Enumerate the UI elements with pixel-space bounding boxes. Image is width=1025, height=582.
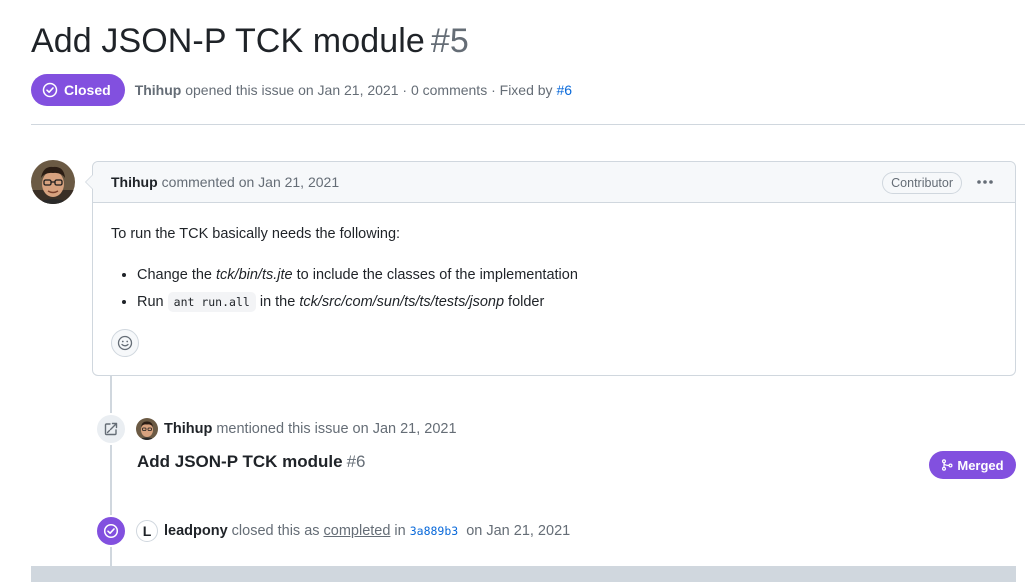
- list-item-text: folder: [504, 294, 545, 310]
- closed-event: L leadpony closed this as completed in 3…: [136, 519, 570, 543]
- kebab-horizontal-icon[interactable]: [973, 170, 997, 194]
- comment-header: Thihup commented on Jan 21, 2021 Contrib…: [93, 162, 1015, 203]
- issue-number: #5: [430, 22, 469, 60]
- comment-body: To run the TCK basically needs the follo…: [93, 203, 1015, 313]
- comment-author-avatar[interactable]: [31, 160, 75, 204]
- merged-label: Merged: [957, 457, 1004, 473]
- closed-in-text: in: [394, 523, 406, 539]
- list-item: Change the tck/bin/ts.jte to include the…: [137, 265, 997, 286]
- mention-actor-avatar[interactable]: [136, 418, 158, 440]
- comment-list: Change the tck/bin/ts.jte to include the…: [111, 265, 997, 313]
- list-item-text: to include the classes of the implementa…: [292, 267, 578, 283]
- closed-text: closed this as: [231, 523, 320, 539]
- inline-code: ant run.all: [167, 292, 256, 312]
- comment-timestamp[interactable]: commented on Jan 21, 2021: [162, 174, 339, 190]
- list-item-text: Change the: [137, 267, 217, 283]
- fixed-by-link[interactable]: #6: [556, 82, 572, 98]
- file-path: tck/bin/ts.jte: [216, 267, 293, 283]
- mention-actor-link[interactable]: Thihup: [164, 421, 212, 437]
- mention-text: mentioned this issue on Jan 21, 2021: [216, 421, 457, 437]
- mention-event: Thihup mentioned this issue on Jan 21, 2…: [136, 418, 457, 440]
- completed-link[interactable]: completed: [324, 523, 391, 539]
- cross-reference-icon: [95, 413, 127, 445]
- referenced-pr[interactable]: Add JSON-P TCK module #6: [137, 452, 366, 472]
- issue-state-label: Closed: [64, 82, 111, 98]
- issue-opened-text: opened this issue on Jan 21, 2021 · 0 co…: [185, 82, 553, 98]
- closed-date-text: on Jan 21, 2021: [466, 523, 571, 539]
- bottom-divider-bar: [31, 566, 1016, 582]
- referenced-pr-number: #6: [346, 452, 366, 471]
- issue-meta-text: Thihup opened this issue on Jan 21, 2021…: [135, 82, 572, 98]
- contributor-badge: Contributor: [882, 172, 962, 194]
- issue-closed-icon: [42, 82, 58, 98]
- git-merge-icon: [942, 459, 953, 471]
- timeline-line: [110, 376, 112, 582]
- closed-actor-link[interactable]: leadpony: [164, 523, 228, 539]
- issue-meta: Closed Thihup opened this issue on Jan 2…: [31, 74, 572, 106]
- issue-title: Add JSON-P TCK module: [31, 22, 425, 60]
- commit-sha-link[interactable]: 3a889b3: [410, 524, 458, 538]
- referenced-pr-title[interactable]: Add JSON-P TCK module: [137, 452, 343, 471]
- comment-box: Thihup commented on Jan 21, 2021 Contrib…: [85, 161, 1016, 376]
- comment-author-link[interactable]: Thihup: [111, 174, 158, 190]
- issue-author-link[interactable]: Thihup: [135, 82, 182, 98]
- comment-intro: To run the TCK basically needs the follo…: [111, 226, 401, 242]
- list-item: Run ant run.all in the tck/src/com/sun/t…: [137, 292, 997, 313]
- issue-closed-event-icon: [95, 515, 127, 547]
- issue-title-row: Add JSON-P TCK module #5: [31, 22, 469, 70]
- list-item-text: Run: [137, 294, 168, 310]
- list-item-text: in the: [255, 294, 300, 310]
- closed-actor-avatar[interactable]: L: [136, 520, 158, 542]
- merged-badge: Merged: [929, 451, 1016, 479]
- header-divider: [31, 124, 1025, 125]
- issue-state-badge: Closed: [31, 74, 125, 106]
- file-path: tck/src/com/sun/ts/ts/tests/jsonp: [299, 294, 505, 310]
- smiley-icon[interactable]: [111, 329, 139, 357]
